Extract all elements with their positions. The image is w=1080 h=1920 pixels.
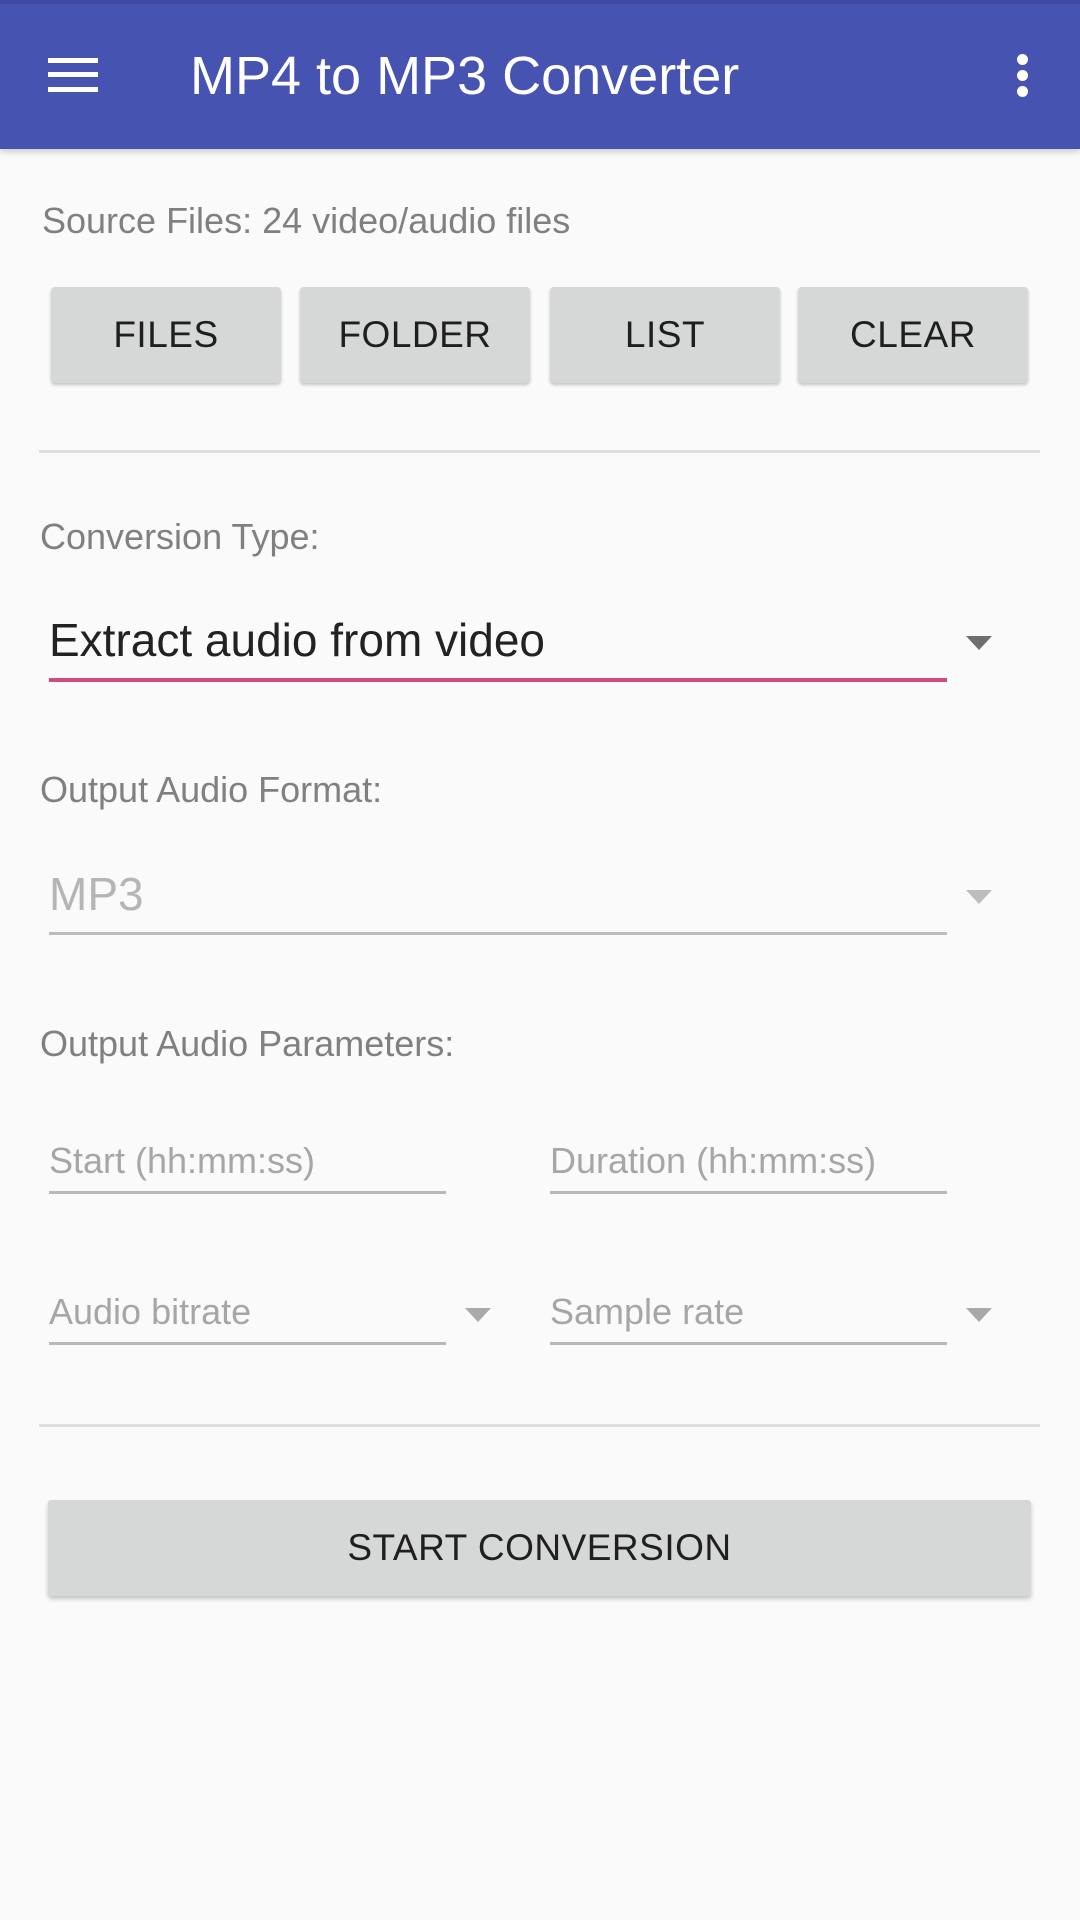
start-time-input[interactable] (49, 1136, 446, 1186)
overflow-menu-button[interactable] (1000, 40, 1048, 112)
audio-bitrate-placeholder: Audio bitrate (49, 1291, 252, 1332)
output-format-label: Output Audio Format: (40, 769, 383, 810)
output-format-value: MP3 (49, 868, 144, 920)
start-time-underline (49, 1191, 446, 1194)
audio-bitrate-spinner[interactable]: Audio bitrate (49, 1290, 499, 1350)
conversion-type-value: Extract audio from video (49, 614, 546, 666)
source-files-label: Source Files: 24 video/audio files (42, 200, 571, 241)
duration-field[interactable] (550, 1136, 947, 1196)
files-button[interactable]: FILES (51, 287, 281, 383)
dropdown-arrow-icon (465, 1308, 491, 1322)
sample-rate-spinner[interactable]: Sample rate (550, 1290, 1000, 1350)
start-conversion-button[interactable]: START CONVERSION (48, 1500, 1031, 1596)
duration-underline (550, 1191, 947, 1194)
app-title: MP4 to MP3 Converter (190, 46, 740, 106)
list-button[interactable]: LIST (550, 287, 780, 383)
start-time-field[interactable] (49, 1136, 446, 1196)
duration-input[interactable] (550, 1136, 947, 1186)
folder-button[interactable]: FOLDER (300, 287, 530, 383)
conversion-type-underline (49, 678, 947, 682)
audio-bitrate-underline (49, 1342, 446, 1345)
clear-button[interactable]: CLEAR (798, 287, 1028, 383)
sample-rate-underline (550, 1342, 947, 1345)
dropdown-arrow-icon (966, 636, 992, 650)
output-format-underline (49, 932, 947, 935)
section-divider (39, 450, 1040, 453)
conversion-type-label: Conversion Type: (40, 516, 320, 557)
output-params-label: Output Audio Parameters: (40, 1023, 455, 1064)
conversion-type-spinner[interactable]: Extract audio from video (49, 612, 999, 684)
status-bar-strip (0, 0, 1080, 4)
app-toolbar: MP4 to MP3 Converter (0, 0, 1080, 149)
dropdown-arrow-icon (966, 890, 992, 904)
section-divider (39, 1424, 1040, 1427)
menu-button[interactable] (30, 40, 116, 112)
output-format-spinner[interactable]: MP3 (49, 866, 999, 938)
dropdown-arrow-icon (966, 1308, 992, 1322)
sample-rate-placeholder: Sample rate (550, 1291, 745, 1332)
